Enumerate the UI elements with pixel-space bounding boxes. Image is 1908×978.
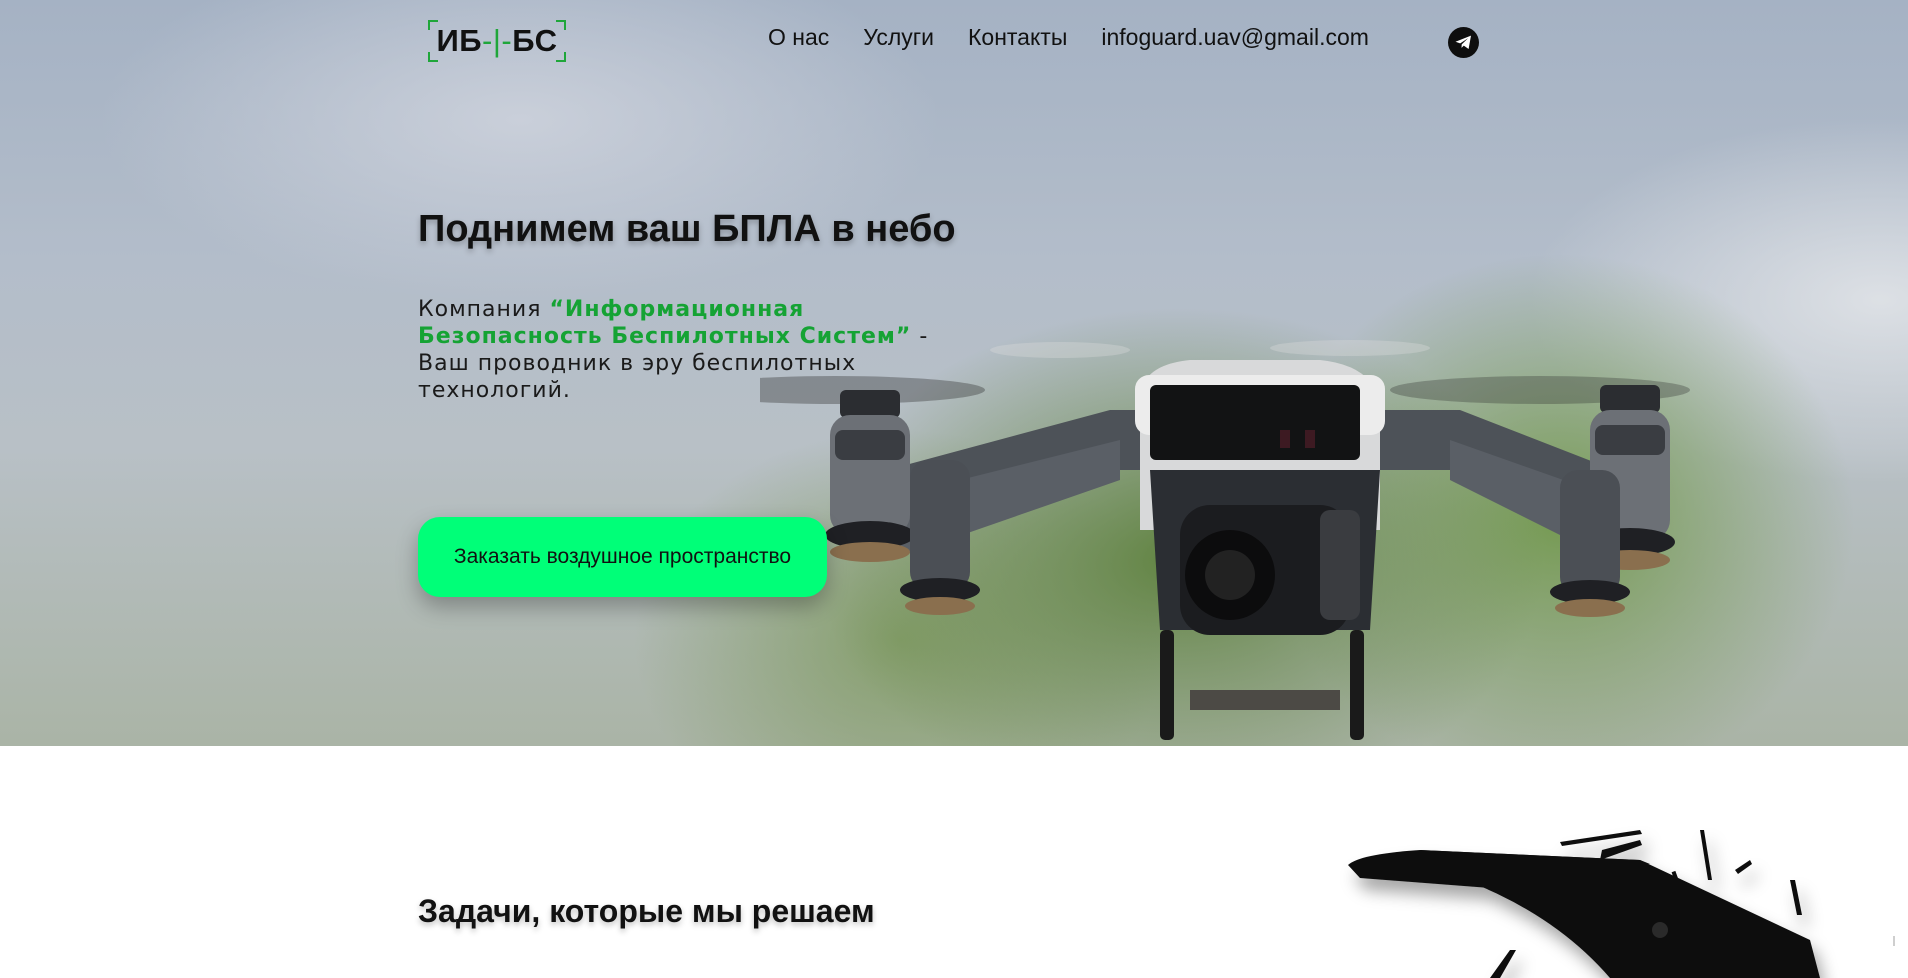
logo-cross: -|- <box>482 23 513 58</box>
hero-description: Компания “Информационная Безопасность Бе… <box>418 296 938 404</box>
vtol-drone-silhouette-image <box>1348 830 1820 978</box>
nav-link-contacts[interactable]: Контакты <box>968 22 1067 52</box>
nav-link-email[interactable]: infoguard.uav@gmail.com <box>1101 22 1369 52</box>
nav-menu: О нас Услуги Контакты infoguard.uav@gmai… <box>768 22 1369 52</box>
nav-link-about[interactable]: О нас <box>768 22 829 52</box>
nav-link-services[interactable]: Услуги <box>863 22 934 52</box>
logo-text: ИБ-|-БС <box>428 20 566 62</box>
logo-left: ИБ <box>436 23 483 58</box>
order-airspace-button[interactable]: Заказать воздушное пространство <box>418 517 827 597</box>
telegram-plane-icon <box>1455 35 1471 49</box>
telegram-icon[interactable] <box>1448 27 1479 58</box>
hero-desc-prefix: Компания <box>418 297 550 322</box>
hero-title: Поднимем ваш БПЛА в небо <box>418 208 956 250</box>
top-navigation: ИБ-|-БС О нас Услуги Контакты infoguard.… <box>0 0 1908 84</box>
scroll-indicator[interactable] <box>1893 936 1895 946</box>
hero-section <box>0 0 1908 746</box>
tasks-section-title: Задачи, которые мы решаем <box>418 893 875 929</box>
logo-right: БС <box>512 23 558 58</box>
site-logo[interactable]: ИБ-|-БС <box>428 20 566 62</box>
